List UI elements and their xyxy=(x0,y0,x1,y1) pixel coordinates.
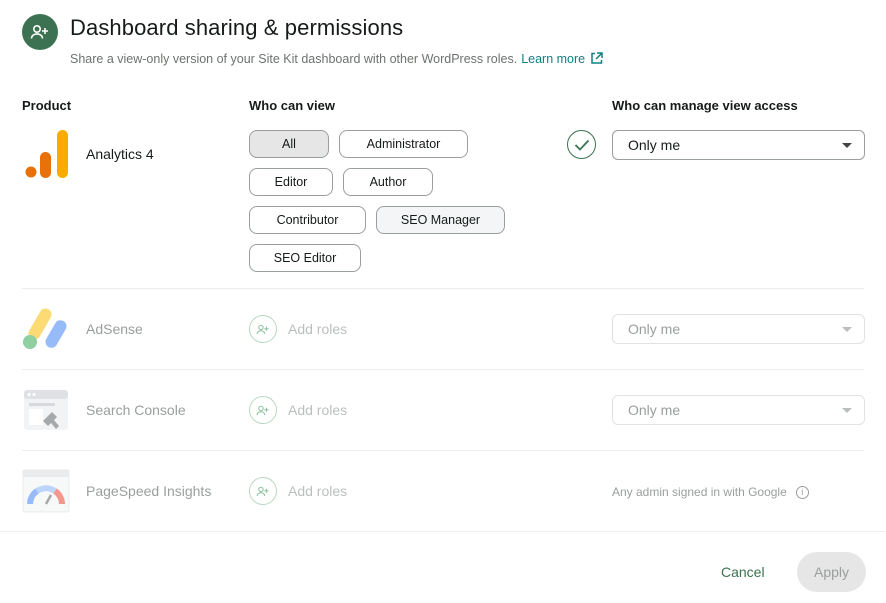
manage-access-select-search-console[interactable]: Only me xyxy=(612,395,865,425)
learn-more-link[interactable]: Learn more xyxy=(521,52,603,66)
row-divider xyxy=(22,369,864,370)
role-chip-all[interactable]: All xyxy=(249,130,329,158)
dialog-subtitle: Share a view-only version of your Site K… xyxy=(70,52,603,68)
product-name-adsense: AdSense xyxy=(86,321,143,337)
any-admin-text: Any admin signed in with Google xyxy=(612,485,787,499)
add-user-icon xyxy=(249,396,277,424)
select-value: Only me xyxy=(628,321,681,337)
adsense-icon xyxy=(22,305,70,353)
share-user-icon xyxy=(22,14,58,50)
learn-more-label: Learn more xyxy=(521,52,586,66)
manage-access-note-pagespeed: Any admin signed in with Google i xyxy=(612,485,809,499)
product-name-search-console: Search Console xyxy=(86,402,186,418)
add-roles-label: Add roles xyxy=(288,402,348,418)
product-name-analytics: Analytics 4 xyxy=(86,146,154,162)
product-name-pagespeed: PageSpeed Insights xyxy=(86,483,212,499)
role-chip-author[interactable]: Author xyxy=(343,168,433,196)
pagespeed-icon xyxy=(22,467,70,515)
role-chip-seo-manager[interactable]: SEO Manager xyxy=(376,206,505,234)
cancel-button[interactable]: Cancel xyxy=(721,564,765,580)
manage-access-select-adsense[interactable]: Only me xyxy=(612,314,865,344)
add-user-icon xyxy=(249,315,277,343)
footer-divider xyxy=(0,531,886,532)
dialog-title: Dashboard sharing & permissions xyxy=(70,15,404,40)
column-header-who-can-manage: Who can manage view access xyxy=(612,98,798,113)
column-header-who-can-view: Who can view xyxy=(249,98,335,113)
info-icon[interactable]: i xyxy=(795,485,809,499)
add-roles-button-search-console[interactable]: Add roles xyxy=(249,396,347,424)
search-console-icon xyxy=(22,386,70,434)
select-value: Only me xyxy=(628,137,681,153)
chevron-down-icon xyxy=(842,143,852,148)
apply-button[interactable]: Apply xyxy=(797,552,866,592)
column-header-product: Product xyxy=(22,98,72,113)
chevron-down-icon xyxy=(842,408,852,413)
row-divider xyxy=(22,288,864,289)
add-roles-label: Add roles xyxy=(288,321,348,337)
add-roles-label: Add roles xyxy=(288,483,348,499)
add-roles-button-adsense[interactable]: Add roles xyxy=(249,315,347,343)
role-chip-editor[interactable]: Editor xyxy=(249,168,333,196)
manage-access-select-analytics[interactable]: Only me xyxy=(612,130,865,160)
checkmark-icon xyxy=(567,130,596,159)
external-link-icon xyxy=(590,52,603,68)
add-user-icon xyxy=(249,477,277,505)
add-roles-button-pagespeed[interactable]: Add roles xyxy=(249,477,347,505)
role-chip-seo-editor[interactable]: SEO Editor xyxy=(249,244,361,272)
row-divider xyxy=(22,450,864,451)
subtitle-text: Share a view-only version of your Site K… xyxy=(70,52,518,66)
role-chip-administrator[interactable]: Administrator xyxy=(339,130,468,158)
select-value: Only me xyxy=(628,402,681,418)
role-chip-contributor[interactable]: Contributor xyxy=(249,206,366,234)
chevron-down-icon xyxy=(842,327,852,332)
analytics-icon xyxy=(22,130,70,178)
